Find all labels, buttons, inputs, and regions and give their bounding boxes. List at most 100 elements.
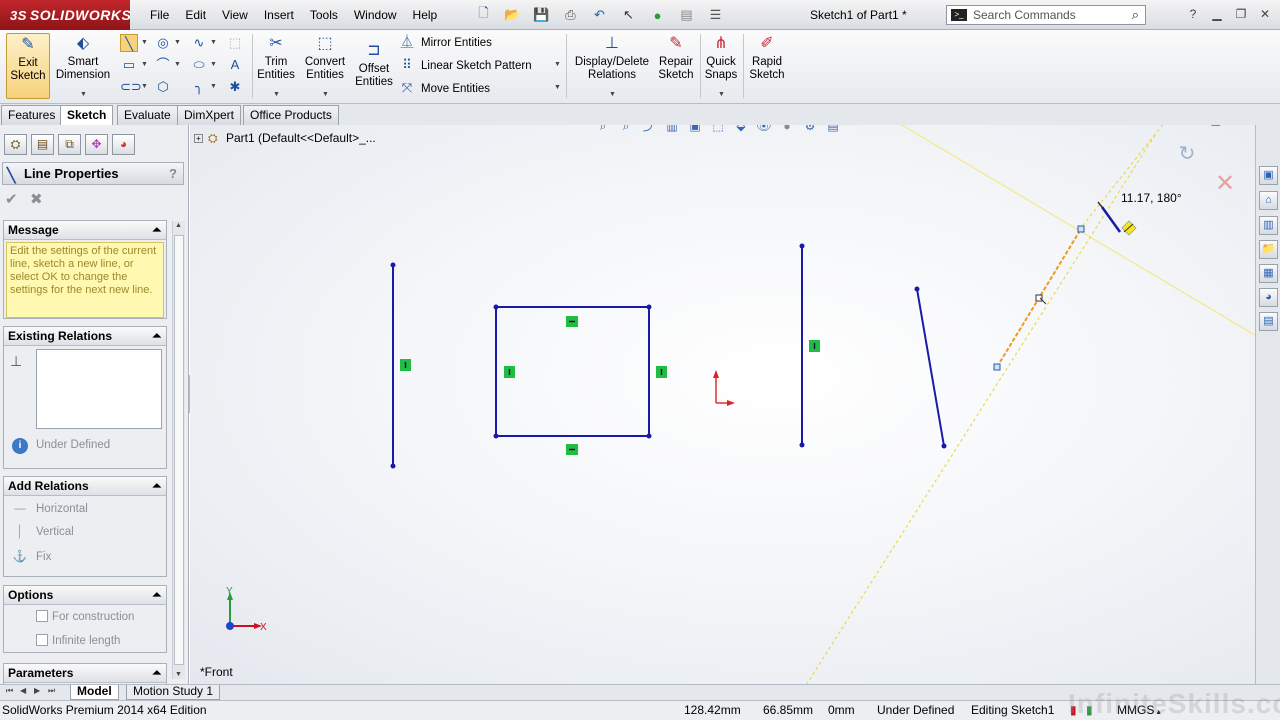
circle-tool-icon[interactable]: ◎ — [154, 34, 172, 52]
save-icon[interactable]: 💾 — [528, 6, 555, 24]
menu-tools[interactable]: Tools — [302, 7, 346, 23]
existing-relations-header[interactable]: Existing Relations ⏶ — [4, 327, 166, 346]
viewport-restore-icon[interactable]: ❐ — [1227, 125, 1237, 126]
fillet-dropdown-icon[interactable]: ▼ — [210, 78, 218, 96]
tab-sketch[interactable]: Sketch — [60, 105, 114, 125]
property-manager-tab-icon[interactable]: ▤ — [31, 134, 54, 155]
circle-dropdown-icon[interactable]: ▼ — [174, 34, 182, 52]
collapse-icon[interactable]: ⏶ — [152, 586, 161, 604]
feature-tree-flyout[interactable]: + ⛭ Part1 (Default<<Default>_... — [194, 131, 376, 146]
scrollbar-thumb[interactable] — [174, 235, 184, 665]
custom-properties-icon[interactable]: ▤ — [1259, 312, 1278, 331]
options-header[interactable]: Options ⏶ — [4, 586, 166, 605]
next-tab-icon[interactable]: ▶ — [34, 686, 40, 695]
view-orientation-icon[interactable]: ⬚ — [709, 125, 727, 135]
undo-icon[interactable]: ↶ — [586, 6, 613, 24]
cancel-x-icon[interactable]: ✖ — [30, 190, 43, 208]
view-palette-icon[interactable]: ▦ — [1259, 264, 1278, 283]
resources-icon[interactable]: ▣ — [1259, 166, 1278, 185]
quick-snaps-button[interactable]: ⋔ Quick Snaps ▼ — [703, 33, 739, 99]
spline-tool-icon[interactable]: ∿ — [190, 34, 208, 52]
repair-sketch-button[interactable]: ✎ Repair Sketch — [656, 33, 696, 99]
apply-scene-icon[interactable]: ⚙ — [801, 125, 819, 135]
ok-checkmark-icon[interactable]: ✔ — [5, 190, 18, 208]
options-icon[interactable]: ☰ — [702, 6, 729, 24]
polygon-tool-icon[interactable]: ⬡ — [154, 78, 172, 96]
move-entities-button[interactable]: ⤧ Move Entities ▼ — [398, 77, 561, 99]
convert-entities-button[interactable]: ⬚ Convert Entities ▼ — [300, 33, 350, 99]
fillet-tool-icon[interactable]: ╮ — [190, 78, 208, 96]
dropdown-arrow-icon[interactable]: ▼ — [609, 88, 616, 101]
parameters-header[interactable]: Parameters ⏶ — [4, 664, 166, 683]
minimize-icon[interactable]: ▁ — [1208, 6, 1226, 22]
solidworks-logo[interactable]: 3S SOLIDWORKS — [0, 0, 131, 30]
relation-vertical[interactable]: │ Vertical — [12, 526, 73, 538]
dropdown-arrow-icon[interactable]: ▼ — [80, 88, 87, 101]
arc-tool-icon[interactable]: ⌒ — [154, 56, 172, 74]
linear-sketch-pattern-button[interactable]: ⠿ Linear Sketch Pattern ▼ — [398, 54, 561, 76]
last-tab-icon[interactable]: ⏭ — [48, 686, 55, 696]
construction-geometry-icon[interactable]: ⬚ — [226, 34, 244, 52]
dynamic-annotation-icon[interactable]: ▣ — [686, 125, 704, 135]
home-icon[interactable]: ⌂ — [1259, 191, 1278, 210]
tab-motion-study-1[interactable]: Motion Study 1 — [126, 685, 221, 700]
view-settings-icon[interactable]: ▤ — [824, 125, 842, 135]
ellipse-tool-icon[interactable]: ⬭ — [190, 56, 208, 74]
line-tool-icon[interactable]: ╲ — [120, 34, 138, 52]
help-icon[interactable]: ? — [169, 163, 177, 184]
menu-file[interactable]: File — [142, 7, 177, 23]
display-delete-relations-button[interactable]: ⊥ Display/Delete Relations ▼ — [572, 33, 652, 99]
dropdown-arrow-icon[interactable]: ▼ — [273, 88, 280, 101]
graphics-area[interactable]: Y X + ⛭ Part1 (Default<<Default>_... ⌕ ⌕ ⤴… — [190, 125, 1255, 684]
design-library-icon[interactable]: ▥ — [1259, 216, 1278, 235]
viewport-split-icon[interactable]: ▣ — [1194, 125, 1204, 126]
help-icon[interactable]: ? — [1184, 6, 1202, 22]
arc-dropdown-icon[interactable]: ▼ — [174, 56, 182, 74]
first-tab-icon[interactable]: ⏮ — [6, 686, 13, 696]
slot-tool-icon[interactable]: ⊂⊃ — [120, 78, 142, 96]
configuration-manager-tab-icon[interactable]: ⧉ — [58, 134, 81, 155]
appearances-icon[interactable]: ◕ — [1259, 288, 1278, 307]
select-arrow-icon[interactable]: ↖ — [615, 6, 642, 24]
spline-dropdown-icon[interactable]: ▼ — [210, 34, 218, 52]
mirror-entities-button[interactable]: ⏅ Mirror Entities — [398, 31, 491, 53]
ellipse-dropdown-icon[interactable]: ▼ — [210, 56, 218, 74]
file-explorer-icon[interactable]: 📁 — [1259, 240, 1278, 259]
text-tool-icon[interactable]: A — [226, 56, 244, 74]
restore-icon[interactable]: ❐ — [1232, 6, 1250, 22]
tab-model[interactable]: Model — [70, 685, 119, 700]
dropdown-arrow-icon[interactable]: ▼ — [554, 54, 561, 76]
open-folder-icon[interactable]: 📂 — [499, 6, 526, 24]
exit-sketch-button[interactable]: ✎ Exit Sketch — [6, 33, 50, 99]
collapse-icon[interactable]: ⏶ — [152, 664, 161, 682]
dropdown-arrow-icon[interactable]: ▼ — [718, 88, 725, 101]
sketch-canvas[interactable]: Y X — [190, 125, 1255, 684]
menu-window[interactable]: Window — [346, 7, 405, 23]
rectangle-dropdown-icon[interactable]: ▼ — [141, 56, 149, 74]
rectangle-tool-icon[interactable]: ▭ — [120, 56, 138, 74]
menu-edit[interactable]: Edit — [177, 7, 214, 23]
viewport-tile-icon[interactable]: ▣ — [1177, 125, 1187, 126]
feature-tree-tab-icon[interactable]: ⛭ — [4, 134, 27, 155]
display-style-icon[interactable]: ⬙ — [732, 125, 750, 135]
confirmation-corner-ok-icon[interactable]: ↻ — [1174, 141, 1200, 167]
message-header[interactable]: Message ⏶ — [4, 221, 166, 240]
section-view-icon[interactable]: ▥ — [663, 125, 681, 135]
dimxpert-manager-tab-icon[interactable]: ✥ — [85, 134, 108, 155]
edit-appearance-icon[interactable]: ● — [778, 125, 796, 135]
new-document-icon[interactable]: 🗋 — [470, 5, 497, 24]
hide-show-items-icon[interactable]: 👁 — [755, 125, 773, 135]
zoom-to-area-icon[interactable]: ⌕ — [617, 125, 635, 135]
slot-dropdown-icon[interactable]: ▼ — [141, 78, 149, 96]
collapse-icon[interactable]: ⏶ — [152, 221, 161, 239]
close-icon[interactable]: ✕ — [1256, 6, 1274, 22]
scroll-up-icon[interactable]: ▲ — [175, 222, 182, 229]
prev-tab-icon[interactable]: ◀ — [20, 686, 26, 695]
infinite-length-checkbox[interactable]: Infinite length — [36, 634, 120, 647]
tab-evaluate[interactable]: Evaluate — [117, 105, 178, 125]
search-commands-input[interactable]: >_ Search Commands ⌕ — [946, 5, 1146, 25]
trim-entities-button[interactable]: ✂ Trim Entities ▼ — [254, 33, 298, 99]
confirmation-corner-cancel-icon[interactable]: ✕ — [1212, 169, 1238, 197]
rebuild-icon[interactable]: ● — [644, 6, 671, 24]
menu-insert[interactable]: Insert — [256, 7, 302, 23]
